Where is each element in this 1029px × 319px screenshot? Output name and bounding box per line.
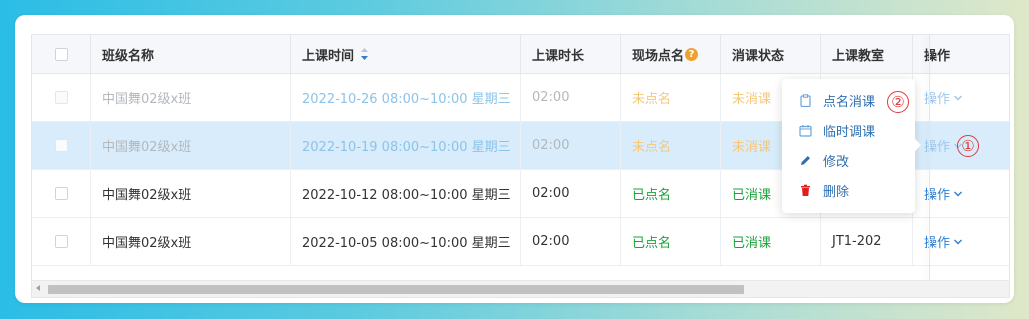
menu-item-label: 删除 xyxy=(823,184,850,200)
menu-item-label: 修改 xyxy=(823,154,850,170)
chevron-down-icon xyxy=(954,191,963,196)
column-header-room: 上课教室 xyxy=(821,35,913,73)
menu-item-temp-reschedule[interactable]: 临时调课 xyxy=(782,115,915,145)
class-time: 2022-10-19 08:00~10:00 星期三 xyxy=(291,122,521,169)
menu-item-label: 临时调课 xyxy=(823,124,876,140)
column-header-rollcall-label: 现场点名 xyxy=(632,48,685,64)
class-name: 中国舞02级x班 xyxy=(91,122,291,169)
action-label: 操作 xyxy=(924,236,951,251)
row-checkbox[interactable] xyxy=(54,187,68,200)
action-cell: 操作 xyxy=(913,170,1009,217)
class-duration: 02:00 xyxy=(521,218,621,265)
action-label: 操作 xyxy=(924,92,951,107)
class-name: 中国舞02级x班 xyxy=(91,74,291,121)
column-header-duration: 上课时长 xyxy=(521,35,621,73)
action-label: 操作 xyxy=(924,140,951,155)
select-all-checkbox[interactable] xyxy=(54,47,68,61)
fixed-column-shadow xyxy=(929,35,930,281)
row-checkbox[interactable] xyxy=(54,91,68,104)
action-label: 操作 xyxy=(924,188,951,203)
row-checkbox-cell xyxy=(32,170,91,217)
scrollbar-thumb[interactable] xyxy=(48,285,744,294)
rollcall-status: 未点名 xyxy=(621,74,721,121)
help-icon[interactable]: ? xyxy=(685,47,699,61)
chevron-down-icon xyxy=(954,239,963,244)
class-name: 中国舞02级x班 xyxy=(91,218,291,265)
column-header-class: 班级名称 xyxy=(91,35,291,73)
class-time: 2022-10-12 08:00~10:00 星期三 xyxy=(291,170,521,217)
menu-item-edit[interactable]: 修改 xyxy=(782,145,915,175)
select-all-checkbox-cell xyxy=(32,35,91,73)
column-header-action: 操作 xyxy=(924,48,951,64)
annotation-marker-2: ② xyxy=(887,91,909,113)
table-header: 班级名称 上课时间 上课时长 现场点名 ? 消课状态 上课教室 操作 xyxy=(32,35,1009,74)
class-duration: 02:00 xyxy=(521,122,621,169)
class-time: 2022-10-05 08:00~10:00 星期三 xyxy=(291,218,521,265)
rollcall-status: 已点名 xyxy=(621,218,721,265)
trash-icon xyxy=(801,184,810,196)
classroom: JT1-202 xyxy=(821,218,913,265)
sort-icon[interactable] xyxy=(360,48,369,60)
action-cell: 操作 xyxy=(913,74,1009,121)
consume-status: 已消课 xyxy=(721,218,821,265)
row-checkbox-cell xyxy=(32,74,91,121)
rollcall-status: 未点名 xyxy=(621,122,721,169)
column-header-time-label: 上课时间 xyxy=(302,48,355,64)
pencil-icon xyxy=(801,155,810,165)
row-checkbox[interactable] xyxy=(54,235,68,248)
row-checkbox-cell xyxy=(32,122,91,169)
horizontal-scrollbar[interactable] xyxy=(32,280,1009,297)
clipboard-icon xyxy=(800,93,811,107)
table-row: 中国舞02级x班 2022-10-05 08:00~10:00 星期三 02:0… xyxy=(32,218,1009,266)
class-duration: 02:00 xyxy=(521,74,621,121)
class-name: 中国舞02级x班 xyxy=(91,170,291,217)
row-checkbox-cell xyxy=(32,218,91,265)
annotation-marker-1: ① xyxy=(957,135,979,157)
rollcall-status: 已点名 xyxy=(621,170,721,217)
class-time: 2022-10-26 08:00~10:00 星期三 xyxy=(291,74,521,121)
column-header-rollcall: 现场点名 ? xyxy=(621,35,721,73)
menu-item-delete[interactable]: 删除 xyxy=(782,175,915,205)
calendar-icon xyxy=(799,124,812,137)
column-header-time[interactable]: 上课时间 xyxy=(291,35,521,73)
column-header-status: 消课状态 xyxy=(721,35,821,73)
action-cell: 操作 xyxy=(913,218,1009,265)
menu-item-label: 点名消课 xyxy=(823,94,876,110)
row-checkbox[interactable] xyxy=(54,139,68,152)
class-duration: 02:00 xyxy=(521,170,621,217)
chevron-down-icon xyxy=(954,95,963,100)
scroll-left-arrow-icon[interactable] xyxy=(36,285,40,291)
